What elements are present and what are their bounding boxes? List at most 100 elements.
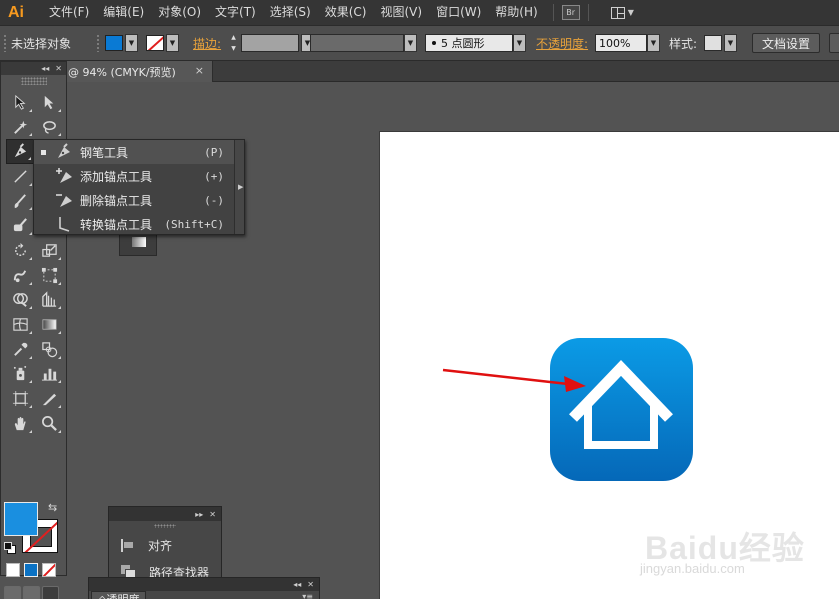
menu-edit[interactable]: 编辑(E) — [96, 0, 151, 25]
magic-wand-tool-button[interactable] — [6, 115, 35, 140]
menu-view[interactable]: 视图(V) — [373, 0, 429, 25]
tool-row — [6, 337, 64, 362]
control-bar-grip[interactable] — [96, 34, 100, 52]
swap-fill-stroke-icon[interactable]: ⇆ — [48, 501, 57, 514]
tab-transparency[interactable]: ◇透明度 — [91, 591, 147, 599]
direct-selection-tool-button[interactable] — [35, 90, 64, 115]
fill-swatch[interactable] — [105, 35, 123, 51]
line-segment-tool-icon — [14, 170, 27, 183]
profile-dropdown[interactable]: ▼ — [404, 34, 417, 52]
color-mode-row — [6, 563, 56, 577]
flyout-item-convert-anchor[interactable]: 转换锚点工具 (Shift+C) — [34, 212, 236, 236]
panel-menu-icon[interactable]: ▾≡ — [302, 592, 313, 599]
default-fill-stroke-icon[interactable] — [4, 542, 16, 554]
gradient-mode-button[interactable] — [24, 563, 38, 577]
annotation-arrow-icon — [442, 368, 586, 392]
hand-tool-icon — [14, 416, 26, 430]
panel-header[interactable]: ◂◂ ✕ — [89, 578, 319, 591]
more-tools-indicator — [29, 108, 32, 112]
more-tools-indicator — [58, 429, 61, 433]
draw-inside-button[interactable] — [42, 586, 59, 599]
panel-grip[interactable] — [154, 524, 176, 528]
stroke-swatch[interactable] — [146, 35, 164, 51]
slice-tool-icon — [42, 393, 57, 406]
draw-normal-button[interactable] — [4, 586, 21, 599]
home-app-icon[interactable] — [550, 338, 693, 481]
scale-tool-button[interactable] — [35, 238, 64, 263]
none-mode-button[interactable] — [42, 563, 56, 577]
opacity-label[interactable]: 不透明度: — [536, 35, 588, 52]
stroke-weight-field[interactable] — [241, 34, 299, 52]
menu-object[interactable]: 对象(O) — [151, 0, 208, 25]
tools-panel-header[interactable]: ◂◂ ✕ — [1, 62, 66, 75]
stroke-dropdown[interactable]: ▼ — [166, 34, 179, 52]
line-segment-tool-button[interactable] — [6, 164, 35, 189]
draw-behind-button[interactable] — [23, 586, 40, 599]
column-graph-tool-button[interactable] — [35, 362, 64, 387]
slice-tool-button[interactable] — [35, 386, 64, 411]
more-tools-indicator — [29, 133, 32, 137]
style-dropdown[interactable]: ▼ — [724, 34, 737, 52]
close-icon[interactable]: × — [195, 64, 204, 77]
flyout-item-delete-anchor[interactable]: 删除锚点工具 (-) — [34, 188, 236, 212]
gradient-tool-button[interactable] — [35, 312, 64, 337]
selection-tool-button[interactable] — [6, 90, 35, 115]
mesh-tool-button[interactable] — [6, 312, 35, 337]
paintbrush-tool-button[interactable] — [6, 189, 35, 214]
bridge-button[interactable]: Br — [561, 5, 580, 20]
blend-tool-button[interactable] — [35, 337, 64, 362]
zoom-tool-button[interactable] — [35, 411, 64, 436]
perspective-grid-tool-button[interactable] — [35, 288, 64, 313]
arrange-documents-button[interactable]: ▼ — [610, 6, 634, 19]
panel-item-align[interactable]: 对齐 — [121, 535, 172, 555]
flyout-item-pen[interactable]: 钢笔工具 (P) — [34, 140, 236, 164]
rotate-tool-button[interactable] — [6, 238, 35, 263]
flyout-item-add-anchor[interactable]: 添加锚点工具 (+) — [34, 164, 236, 188]
menu-window[interactable]: 窗口(W) — [429, 0, 488, 25]
symbol-sprayer-tool-button[interactable] — [6, 362, 35, 387]
more-tools-indicator — [29, 281, 32, 285]
fill-color-box[interactable] — [4, 502, 38, 536]
menu-select[interactable]: 选择(S) — [263, 0, 318, 25]
blob-brush-tool-button[interactable] — [6, 213, 35, 238]
more-tools-indicator — [58, 330, 61, 334]
close-icon[interactable]: ✕ — [55, 64, 62, 73]
eyedropper-tool-button[interactable] — [6, 337, 35, 362]
close-icon[interactable]: ✕ — [209, 510, 216, 519]
collapse-icon[interactable]: ◂◂ — [293, 580, 301, 589]
opacity-field[interactable]: 100% — [595, 34, 647, 52]
document-setup-button[interactable]: 文档设置 — [752, 33, 821, 53]
artboard-tool-button[interactable] — [6, 386, 35, 411]
panel-header[interactable]: ▸▸ ✕ — [109, 507, 221, 521]
expand-icon[interactable]: ▸▸ — [195, 510, 203, 519]
lasso-tool-button[interactable] — [35, 115, 64, 140]
stroke-weight-spinner[interactable]: ▲ ▼ — [228, 34, 239, 52]
menu-type[interactable]: 文字(T) — [208, 0, 263, 25]
graphic-style-swatch[interactable] — [704, 35, 722, 51]
close-icon[interactable]: ✕ — [307, 580, 314, 589]
brush-dropdown[interactable]: ▼ — [513, 34, 526, 52]
opacity-dropdown[interactable]: ▼ — [647, 34, 660, 52]
control-bar-grip[interactable] — [3, 34, 7, 52]
hand-tool-button[interactable] — [6, 411, 35, 436]
pen-tool-button[interactable] — [6, 139, 35, 165]
free-transform-tool-button[interactable] — [35, 263, 64, 288]
tools-panel-grip[interactable] — [20, 77, 47, 85]
preferences-button[interactable] — [829, 33, 839, 53]
document-tab[interactable]: @ 94% (CMYK/预览) × — [60, 61, 213, 82]
brush-definition[interactable]: 5 点圆形 — [425, 34, 513, 52]
tearoff-tab[interactable]: ▶ — [234, 140, 244, 234]
shape-builder-tool-button[interactable] — [6, 288, 35, 313]
variable-width-profile[interactable] — [310, 34, 404, 52]
warp-tool-button[interactable] — [6, 263, 35, 288]
menu-effect[interactable]: 效果(C) — [318, 0, 374, 25]
more-tools-indicator — [29, 256, 32, 260]
more-tools-indicator — [58, 380, 61, 384]
fill-dropdown[interactable]: ▼ — [125, 34, 138, 52]
menu-help[interactable]: 帮助(H) — [488, 0, 544, 25]
color-mode-button[interactable] — [6, 563, 20, 577]
stroke-label[interactable]: 描边: — [193, 35, 221, 52]
flyout-item-shortcut: (P) — [204, 145, 224, 159]
collapse-icon[interactable]: ◂◂ — [41, 64, 49, 73]
menu-file[interactable]: 文件(F) — [42, 0, 96, 25]
